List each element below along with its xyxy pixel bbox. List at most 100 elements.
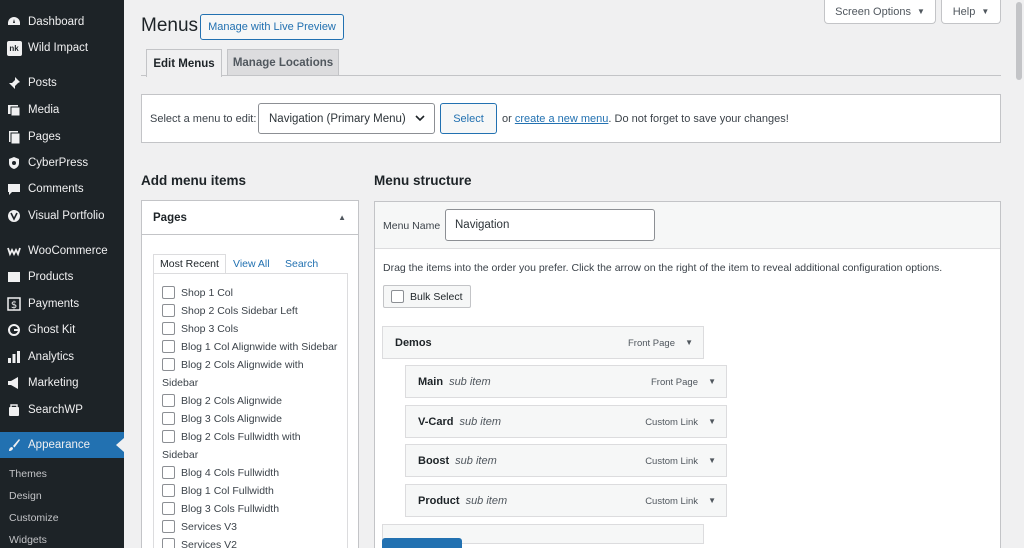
submenu-design[interactable]: Design	[9, 490, 42, 502]
caret-down-icon: ▼	[916, 7, 925, 16]
menu-item-title: Boost	[418, 455, 450, 467]
sidebar-item-label: SearchWP	[28, 404, 83, 416]
menu-item-sub-label: sub item	[455, 455, 497, 467]
add-menu-items-heading: Add menu items	[141, 173, 247, 188]
screen-options-button[interactable]: Screen Options ▼	[824, 0, 936, 24]
sidebar-item-dashboard[interactable]: Dashboard	[0, 9, 124, 35]
checkbox[interactable]	[162, 520, 175, 533]
list-item[interactable]: Shop 1 Col	[162, 284, 346, 302]
vp-icon	[6, 208, 22, 224]
bulk-select-button[interactable]: Bulk Select	[383, 285, 471, 308]
tab-edit-menus[interactable]: Edit Menus	[146, 49, 222, 77]
pages-checklist: Shop 1 Col Shop 2 Cols Sidebar Left Shop…	[153, 273, 348, 548]
sidebar-item-ghost-kit[interactable]: Ghost Kit	[0, 317, 124, 343]
sidebar-item-visual-portfolio[interactable]: Visual Portfolio	[0, 203, 124, 229]
page-scrollbar[interactable]	[1016, 2, 1022, 80]
checkbox[interactable]	[162, 466, 175, 479]
list-item-continued: Sidebar	[162, 377, 199, 389]
checkbox[interactable]	[162, 358, 175, 371]
tab-most-recent[interactable]: Most Recent	[153, 254, 226, 274]
pin-icon	[6, 75, 22, 91]
list-item[interactable]: Shop 2 Cols Sidebar Left	[162, 302, 346, 320]
save-menu-button[interactable]	[382, 538, 462, 548]
menu-item-boost[interactable]: Boost sub item Custom Link ▼	[405, 444, 727, 477]
checkbox[interactable]	[162, 430, 175, 443]
sidebar-item-label: Visual Portfolio	[28, 210, 105, 222]
list-item[interactable]: Blog 2 Cols Alignwide	[162, 392, 346, 410]
list-item[interactable]: Blog 1 Col Alignwide with Sidebar	[162, 338, 346, 356]
sidebar-item-media[interactable]: Media	[0, 97, 124, 123]
sidebar-item-wild-impact[interactable]: nk Wild Impact	[0, 35, 124, 61]
menu-item-title: Product	[418, 495, 460, 507]
menu-select-dropdown[interactable]: Navigation (Primary Menu)	[258, 103, 435, 134]
sidebar-item-posts[interactable]: Posts	[0, 70, 124, 96]
sidebar-item-marketing[interactable]: Marketing	[0, 370, 124, 396]
help-button[interactable]: Help ▼	[941, 0, 1001, 24]
sidebar-item-label: Media	[28, 104, 60, 116]
caret-down-icon[interactable]: ▼	[708, 496, 716, 505]
checkbox[interactable]	[162, 304, 175, 317]
menu-item-v-card[interactable]: V-Card sub item Custom Link ▼	[405, 405, 727, 438]
select-button[interactable]: Select	[440, 103, 497, 134]
checkbox[interactable]	[162, 286, 175, 299]
sidebar-item-appearance[interactable]: Appearance	[0, 432, 124, 458]
caret-down-icon[interactable]: ▼	[685, 338, 693, 347]
list-item[interactable]: Blog 3 Cols Fullwidth	[162, 500, 346, 518]
checkbox[interactable]	[162, 538, 175, 548]
pages-accordion-header[interactable]: Pages ▲	[142, 201, 358, 235]
sidebar-item-products[interactable]: Products	[0, 264, 124, 290]
menu-name-bar: Menu Name Navigation	[375, 202, 1000, 249]
sidebar-item-woocommerce[interactable]: WooCommerce	[0, 238, 124, 264]
live-preview-button[interactable]: Manage with Live Preview	[200, 14, 344, 40]
submenu-customize[interactable]: Customize	[9, 512, 59, 524]
tab-view-all[interactable]: View All	[227, 254, 276, 274]
list-item[interactable]: Services V2	[162, 536, 346, 548]
list-item[interactable]: Blog 4 Cols Fullwidth	[162, 464, 346, 482]
checkbox[interactable]	[162, 484, 175, 497]
submenu-themes[interactable]: Themes	[9, 468, 47, 480]
list-item[interactable]: Blog 2 Cols Alignwide with	[162, 356, 346, 374]
sidebar-item-comments[interactable]: Comments	[0, 176, 124, 202]
menu-item-demos[interactable]: Demos Front Page ▼	[382, 326, 704, 359]
list-item-continued: Sidebar	[162, 449, 199, 461]
sidebar-item-searchwp[interactable]: SearchWP	[0, 397, 124, 423]
menu-item-main[interactable]: Main sub item Front Page ▼	[405, 365, 727, 398]
list-item[interactable]: Blog 1 Col Fullwidth	[162, 482, 346, 500]
checkbox[interactable]	[162, 412, 175, 425]
sidebar-item-label: Posts	[28, 77, 57, 89]
tab-manage-locations[interactable]: Manage Locations	[227, 49, 339, 76]
list-item[interactable]: Shop 3 Cols	[162, 320, 346, 338]
checkbox[interactable]	[162, 394, 175, 407]
menu-item-title: Demos	[395, 337, 432, 349]
media-icon	[6, 102, 22, 118]
page-title: Menus	[141, 15, 199, 36]
sidebar-item-label: Dashboard	[28, 16, 85, 28]
menu-item-product[interactable]: Product sub item Custom Link ▼	[405, 484, 727, 517]
tab-search[interactable]: Search	[279, 254, 324, 274]
sidebar-item-label: Ghost Kit	[28, 324, 76, 336]
checkbox[interactable]	[162, 322, 175, 335]
menu-name-input[interactable]: Navigation	[445, 209, 655, 241]
caret-down-icon[interactable]: ▼	[708, 417, 716, 426]
list-item[interactable]: Services V3	[162, 518, 346, 536]
products-icon	[6, 269, 22, 285]
sidebar-item-analytics[interactable]: Analytics	[0, 344, 124, 370]
sidebar-item-label: Marketing	[28, 377, 79, 389]
select-menu-label: Select a menu to edit:	[150, 113, 257, 125]
menu-item-title: V-Card	[418, 416, 454, 428]
caret-down-icon[interactable]: ▼	[708, 377, 716, 386]
list-item[interactable]: Blog 2 Cols Fullwidth with	[162, 428, 346, 446]
caret-down-icon[interactable]: ▼	[708, 456, 716, 465]
caret-down-icon: ▼	[981, 7, 990, 16]
checkbox[interactable]	[391, 290, 404, 303]
checkbox[interactable]	[162, 502, 175, 515]
sidebar-item-cyberpress[interactable]: CyberPress	[0, 150, 124, 176]
menu-name-label: Menu Name	[383, 220, 441, 232]
checkbox[interactable]	[162, 340, 175, 353]
sidebar-item-pages[interactable]: Pages	[0, 124, 124, 150]
menu-item-type: Custom Link	[645, 456, 698, 467]
submenu-widgets[interactable]: Widgets	[9, 534, 47, 546]
list-item[interactable]: Blog 3 Cols Alignwide	[162, 410, 346, 428]
sidebar-item-payments[interactable]: $ Payments	[0, 291, 124, 317]
create-new-menu-link[interactable]: create a new menu	[515, 113, 609, 125]
